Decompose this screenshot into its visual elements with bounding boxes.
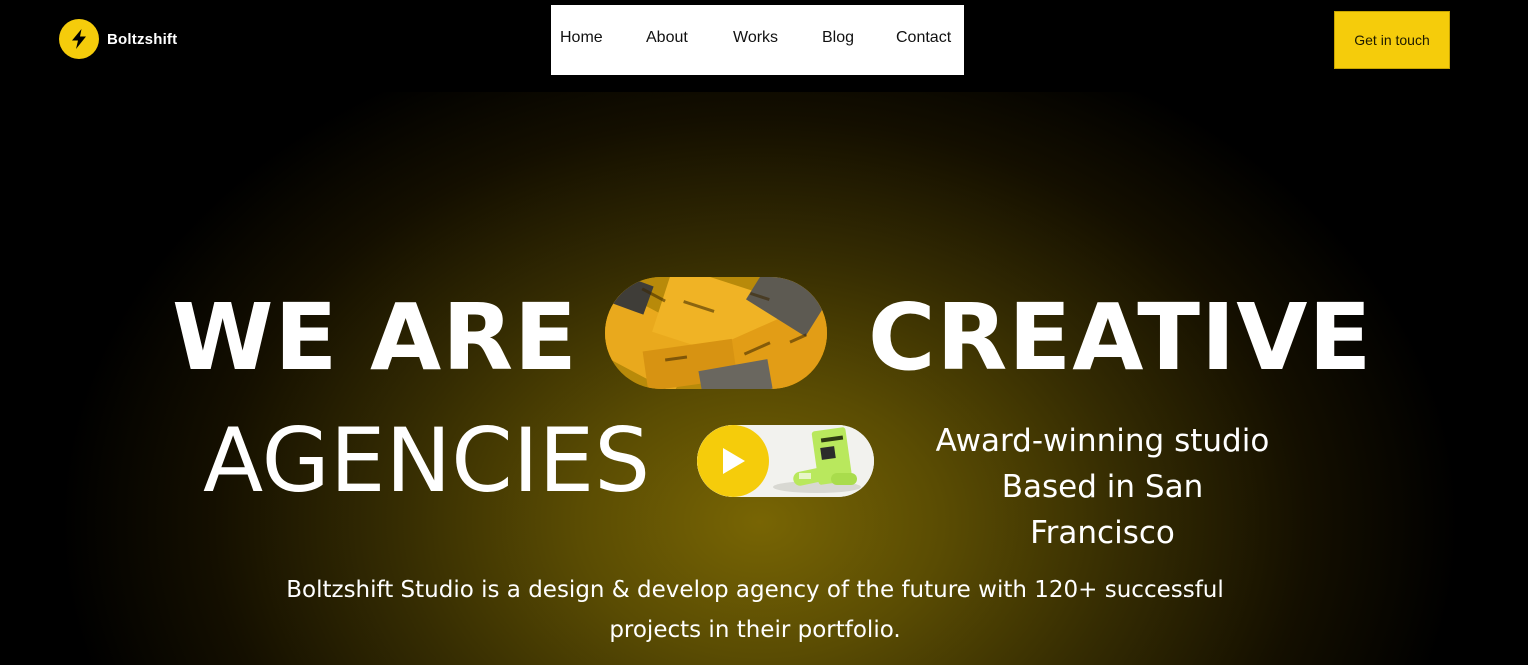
headline-word-agencies: AGENCIES	[203, 409, 651, 512]
play-button[interactable]	[697, 425, 769, 497]
brand-logo[interactable]: Boltzshift	[59, 19, 177, 59]
lightning-bolt-icon	[59, 19, 99, 59]
showreel-video-thumbnail[interactable]	[697, 425, 874, 497]
tagline-line-2: Based in San Francisco	[1001, 469, 1204, 551]
tagline-line-1: Award-winning studio	[935, 423, 1270, 459]
site-header: Boltzshift Home About Works Blog Contact…	[0, 0, 1528, 80]
nav-about[interactable]: About	[646, 29, 688, 47]
headline-word-we: WE	[172, 284, 339, 391]
headline-word-creative: CREATIVE	[868, 284, 1373, 391]
headline-word-are: ARE	[370, 284, 578, 391]
main-nav: Home About Works Blog Contact	[551, 5, 964, 75]
get-in-touch-button[interactable]: Get in touch	[1334, 11, 1450, 69]
page: Boltzshift Home About Works Blog Contact…	[0, 0, 1528, 665]
hero-tagline: Award-winning studio Based in San Franci…	[930, 418, 1275, 556]
description-line-1: Boltzshift Studio is a design & develop …	[286, 577, 1224, 603]
nav-contact[interactable]: Contact	[896, 29, 951, 47]
description-line-2: projects in their portfolio.	[609, 617, 901, 643]
hero-description: Boltzshift Studio is a design & develop …	[255, 570, 1255, 650]
hero-section: WE ARE CREATIVE AGENCIES Award-winning s…	[0, 92, 1528, 665]
business-cards-image	[605, 277, 827, 389]
play-icon	[723, 448, 745, 474]
nav-works[interactable]: Works	[733, 29, 778, 47]
nav-home[interactable]: Home	[560, 29, 603, 47]
nav-blog[interactable]: Blog	[822, 29, 854, 47]
brand-name: Boltzshift	[107, 30, 178, 48]
